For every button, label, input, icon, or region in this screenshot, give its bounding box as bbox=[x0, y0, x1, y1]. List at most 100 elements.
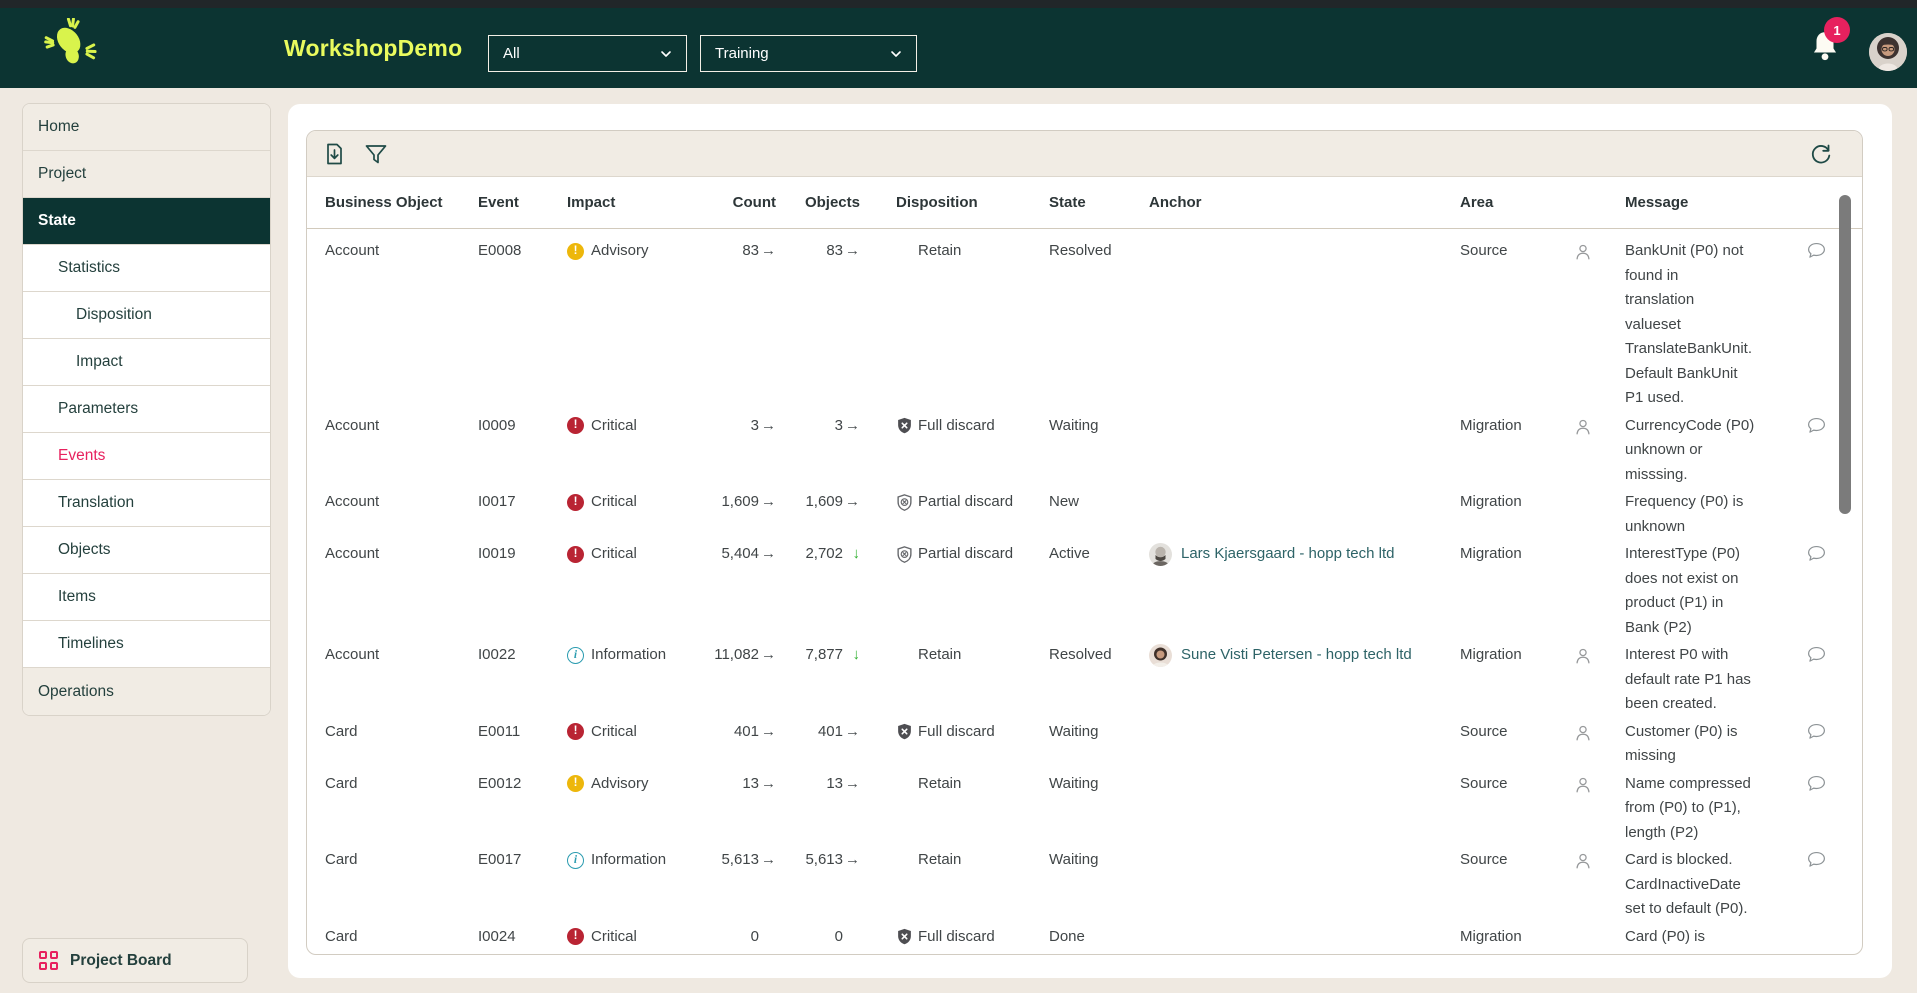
sidebar-item-state[interactable]: State bbox=[23, 198, 270, 245]
refresh-icon[interactable] bbox=[1808, 141, 1834, 167]
disposition-shield-icon bbox=[896, 848, 918, 873]
table-row[interactable]: Card E0012 ! Advisory 13 → 13 → bbox=[307, 770, 1862, 847]
chat-bubble-icon[interactable] bbox=[1806, 722, 1827, 742]
sidebar-item-objects[interactable]: Objects bbox=[23, 527, 270, 574]
table-row[interactable]: Account I0017 ! Critical 1,609 → 1,609 → bbox=[307, 488, 1862, 540]
col-count[interactable]: Count bbox=[701, 194, 776, 211]
cell-count: 1,609 → bbox=[701, 490, 776, 515]
table-row[interactable]: Account E0008 ! Advisory 83 → 83 → bbox=[307, 237, 1862, 412]
cell-comment bbox=[1783, 239, 1841, 270]
person-icon[interactable] bbox=[1573, 416, 1593, 438]
col-message[interactable]: Message bbox=[1625, 194, 1783, 211]
message-line: missing bbox=[1625, 744, 1783, 769]
message-line: Default BankUnit bbox=[1625, 362, 1783, 387]
scope-select[interactable]: All bbox=[488, 35, 687, 72]
cell-message: BankUnit (P0) notfound intranslationvalu… bbox=[1625, 239, 1783, 411]
impact-label: Critical bbox=[591, 720, 637, 745]
cell-area: Migration bbox=[1460, 542, 1573, 567]
sidebar-item-home[interactable]: Home bbox=[23, 104, 270, 151]
export-download-icon[interactable] bbox=[321, 141, 347, 167]
sidebar-item-project[interactable]: Project bbox=[23, 151, 270, 198]
col-area[interactable]: Area bbox=[1460, 194, 1573, 211]
filter-icon[interactable] bbox=[363, 141, 389, 167]
cell-impact: ! Advisory bbox=[567, 239, 701, 264]
impact-label: Information bbox=[591, 848, 666, 873]
message-line: translation bbox=[1625, 288, 1783, 313]
user-avatar[interactable] bbox=[1869, 33, 1907, 71]
cell-event: I0009 bbox=[478, 414, 567, 439]
vertical-scrollbar-thumb[interactable] bbox=[1839, 195, 1851, 514]
cell-objects: 5,613 → bbox=[776, 848, 860, 873]
chat-bubble-icon[interactable] bbox=[1806, 645, 1827, 665]
col-event[interactable]: Event bbox=[478, 194, 567, 211]
sidebar-nav: Home ProjectStateStatisticsDisposition Imp… bbox=[22, 103, 271, 716]
person-icon[interactable] bbox=[1573, 850, 1593, 872]
cell-business-object: Card bbox=[325, 772, 478, 797]
cell-disposition: Retain bbox=[896, 848, 1049, 873]
sidebar-item-parameters[interactable]: Parameters bbox=[23, 386, 270, 433]
notifications-button[interactable]: 1 bbox=[1808, 26, 1854, 76]
col-objects[interactable]: Objects bbox=[776, 194, 860, 211]
count-trend-arrow-icon: → bbox=[759, 772, 776, 797]
chat-bubble-icon[interactable] bbox=[1806, 544, 1827, 564]
table-row[interactable]: Account I0009 ! Critical 3 → 3 → bbox=[307, 412, 1862, 489]
sidebar-item-label: Impact bbox=[76, 353, 123, 371]
objects-trend-arrow-icon: ↓ bbox=[843, 542, 860, 567]
person-icon[interactable] bbox=[1573, 645, 1593, 667]
table-row[interactable]: Card E0011 ! Critical 401 → 401 → bbox=[307, 718, 1862, 770]
person-icon[interactable] bbox=[1573, 774, 1593, 796]
anchor-name: Sune Visti Petersen - hopp tech ltd bbox=[1181, 643, 1412, 668]
cell-event: I0019 bbox=[478, 542, 567, 567]
chat-bubble-icon[interactable] bbox=[1806, 850, 1827, 870]
anchor-avatar bbox=[1149, 644, 1172, 667]
chat-bubble-icon[interactable] bbox=[1806, 416, 1827, 436]
sidebar-item-events[interactable]: Events bbox=[23, 433, 270, 480]
col-disposition[interactable]: Disposition bbox=[896, 194, 1049, 211]
anchor-user-chip[interactable]: Lars Kjaersgaard - hopp tech ltd bbox=[1149, 542, 1394, 567]
cell-business-object: Card bbox=[325, 925, 478, 950]
disposition-label: Retain bbox=[918, 848, 961, 873]
cell-comment bbox=[1783, 772, 1841, 803]
disposition-label: Full discard bbox=[918, 414, 995, 439]
sidebar-item-items[interactable]: Items bbox=[23, 574, 270, 621]
objects-trend-arrow-icon: → bbox=[843, 772, 860, 797]
sidebar-item-label: Parameters bbox=[58, 400, 138, 418]
col-impact[interactable]: Impact bbox=[567, 194, 701, 211]
anchor-user-chip[interactable]: Sune Visti Petersen - hopp tech ltd bbox=[1149, 643, 1412, 668]
message-line: Name compressed bbox=[1625, 772, 1783, 797]
col-anchor[interactable]: Anchor bbox=[1149, 194, 1460, 211]
cell-message: Name compressedfrom (P0) to (P1),length … bbox=[1625, 772, 1783, 846]
table-row[interactable]: Card I0024 ! Critical 0 0 bbox=[307, 923, 1862, 951]
cell-count: 5,404 → bbox=[701, 542, 776, 567]
sidebar-item-impact[interactable]: Impact bbox=[23, 339, 270, 386]
table-row[interactable]: Account I0019 ! Critical 5,404 → 2,702 ↓ bbox=[307, 540, 1862, 641]
table-row[interactable]: Card E0017 i Information 5,613 → 5,613 → bbox=[307, 846, 1862, 923]
cell-assign bbox=[1573, 239, 1625, 272]
sidebar-item-operations[interactable]: Operations bbox=[23, 668, 270, 715]
chat-bubble-icon[interactable] bbox=[1806, 774, 1827, 794]
objects-trend-arrow-icon: → bbox=[843, 239, 860, 264]
col-state[interactable]: State bbox=[1049, 194, 1149, 211]
anchor-name: Lars Kjaersgaard - hopp tech ltd bbox=[1181, 542, 1394, 567]
impact-severity-icon: ! bbox=[567, 417, 584, 434]
cell-area: Migration bbox=[1460, 643, 1573, 668]
message-line: CurrencyCode (P0) bbox=[1625, 414, 1783, 439]
cell-comment bbox=[1783, 542, 1841, 573]
frog-logo-icon[interactable] bbox=[44, 18, 100, 76]
dataset-select[interactable]: Training bbox=[700, 35, 917, 72]
col-business-object[interactable]: Business Object bbox=[325, 194, 478, 211]
person-icon[interactable] bbox=[1573, 241, 1593, 263]
cell-impact: ! Critical bbox=[567, 414, 701, 439]
sidebar-item-statistics[interactable]: Statistics bbox=[23, 245, 270, 292]
sidebar-item-label: Home bbox=[38, 118, 79, 136]
cell-count: 401 → bbox=[701, 720, 776, 745]
sidebar-item-timelines[interactable]: Timelines bbox=[23, 621, 270, 668]
cell-business-object: Account bbox=[325, 414, 478, 439]
sidebar-item-disposition[interactable]: Disposition bbox=[23, 292, 270, 339]
chat-bubble-icon[interactable] bbox=[1806, 241, 1827, 261]
person-icon[interactable] bbox=[1573, 722, 1593, 744]
table-row[interactable]: Account I0022 i Information 11,082 → 7,8… bbox=[307, 641, 1862, 718]
cell-event: E0012 bbox=[478, 772, 567, 797]
project-board-button[interactable]: Project Board bbox=[22, 938, 248, 983]
sidebar-item-translation[interactable]: Translation bbox=[23, 480, 270, 527]
